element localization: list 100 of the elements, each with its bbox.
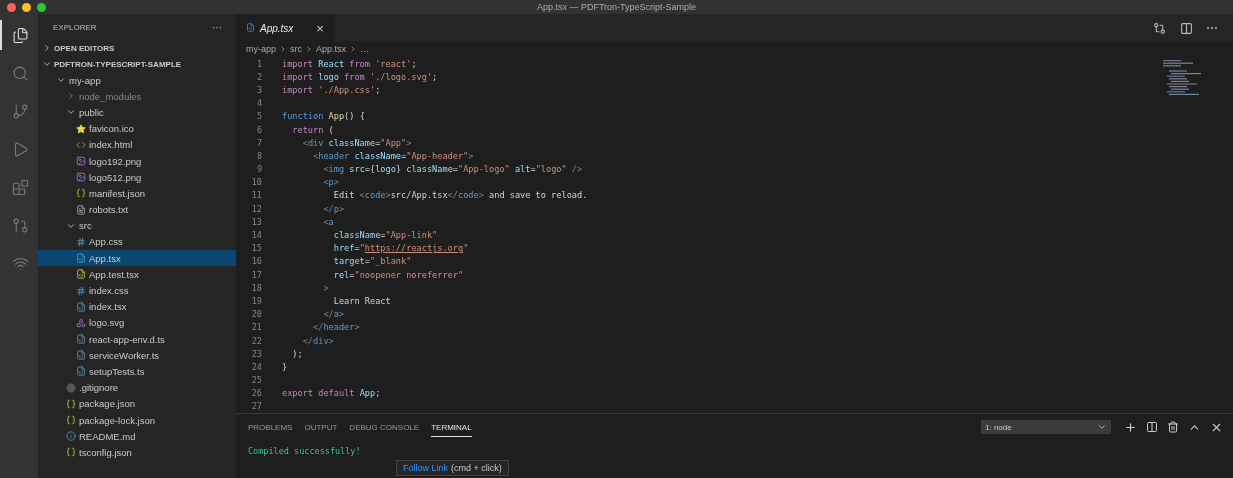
line-number: 18 [250, 282, 262, 293]
text-file-icon [76, 204, 86, 215]
file-item[interactable]: .gitignore [38, 379, 236, 396]
info-icon [66, 431, 76, 442]
close-tab-button[interactable]: × [316, 20, 324, 36]
line-number: 15 [250, 243, 262, 254]
code-icon [76, 139, 86, 150]
code-line: target="_blank" [332, 256, 412, 267]
file-item[interactable]: App.test.tsx [38, 266, 236, 283]
file-item[interactable]: logo192.png [38, 152, 236, 170]
maximize-window-button[interactable] [37, 2, 46, 12]
section-label: PDFTRON-TYPESCRIPT-SAMPLE [54, 59, 182, 69]
image-icon [76, 156, 86, 167]
tooltip-link[interactable]: Follow Link [403, 463, 449, 474]
folder-item[interactable]: my-app [38, 72, 236, 89]
code-line: className="App-link" [332, 230, 438, 241]
line-number: 27 [250, 401, 262, 412]
typescript-file-icon [76, 253, 86, 264]
line-number: 26 [250, 388, 262, 399]
file-item[interactable]: package-lock.json [38, 411, 236, 429]
braces-icon [66, 447, 76, 458]
terminal-line: Compiled successfully! [248, 446, 362, 457]
split-terminal-icon[interactable] [1146, 421, 1158, 434]
terminal-select[interactable]: 1: node [981, 420, 1111, 435]
typescript-icon [246, 23, 255, 33]
line-number: 17 [250, 269, 262, 280]
breadcrumb[interactable]: my-app [246, 44, 276, 54]
shapes-icon [76, 317, 86, 328]
file-item[interactable]: README.md [38, 428, 236, 445]
split-editor-icon[interactable] [1180, 21, 1193, 35]
panel-tab[interactable]: OUTPUT [304, 417, 338, 437]
file-item[interactable]: react-app-env.d.ts [38, 331, 236, 348]
line-number: 7 [255, 137, 262, 148]
chevron-right-icon [66, 91, 76, 102]
code-line: return ( [291, 124, 334, 135]
panel-tab[interactable]: TERMINAL [431, 417, 472, 437]
file-item[interactable]: package.json [38, 395, 236, 412]
typescript-file-icon [76, 350, 86, 361]
file-item[interactable]: logo512.png [38, 169, 236, 186]
window-title: App.tsx — PDFTron-TypeScript-Sample [536, 2, 697, 12]
line-number: 2 [255, 71, 262, 82]
line-number: 1 [255, 58, 262, 69]
breadcrumb[interactable]: App.tsx [316, 44, 347, 54]
hash-icon [76, 285, 86, 296]
panel-tab[interactable]: PROBLEMS [248, 417, 293, 437]
file-item[interactable]: App.css [38, 233, 236, 251]
chevron-down-icon [42, 59, 52, 69]
typescript-file-icon [76, 366, 86, 377]
chevron-right-icon [279, 45, 287, 53]
section-header[interactable]: OPEN EDITORS [38, 40, 236, 56]
hash-icon [76, 236, 86, 247]
file-item[interactable]: robots.txt [38, 201, 236, 218]
file-item[interactable]: tsconfig.json [38, 444, 236, 461]
folder-item[interactable]: public [38, 104, 236, 121]
code-line: rel="noopener noreferrer" [332, 269, 464, 280]
add-icon[interactable] [1124, 420, 1137, 434]
file-item[interactable]: App.tsx [38, 250, 236, 267]
code-line: <div className="App"> [301, 137, 412, 148]
line-number: 12 [250, 203, 262, 214]
typescript-file-icon [76, 301, 86, 312]
line-number: 19 [250, 295, 262, 306]
code-line: import './App.css'; [282, 84, 381, 95]
line-number: 24 [250, 361, 262, 372]
folder-item[interactable]: src [38, 217, 236, 234]
file-item[interactable]: manifest.json [38, 185, 236, 202]
section-header[interactable]: PDFTRON-TYPESCRIPT-SAMPLE [38, 56, 236, 72]
breadcrumb[interactable]: … [360, 44, 370, 54]
panel-tab[interactable]: DEBUG CONSOLE [349, 417, 420, 437]
line-number: 22 [250, 335, 262, 346]
line-number: 25 [250, 375, 262, 386]
code-line: </header> [312, 322, 360, 333]
file-item[interactable]: serviceWorker.ts [38, 347, 236, 364]
code-line: <img src={logo} className="App-logo" alt="logo" /> [322, 164, 583, 175]
tab-label: App.tsx [260, 22, 294, 34]
editor-tab[interactable]: App.tsx × [236, 14, 334, 42]
code-line: import logo from './logo.svg'; [282, 71, 438, 82]
file-item[interactable]: favicon.ico [38, 120, 236, 137]
compare-icon[interactable] [1153, 21, 1166, 35]
code-line: } [282, 361, 288, 372]
more-actions-button[interactable]: ··· [212, 21, 222, 33]
code-line: > [322, 282, 329, 293]
chevron-right-icon [42, 43, 52, 53]
section-label: OPEN EDITORS [54, 43, 115, 53]
file-item[interactable]: index.css [38, 282, 236, 299]
file-item[interactable]: logo.svg [38, 314, 236, 331]
code-line: import React from 'react'; [282, 58, 417, 69]
code-line: ); [291, 348, 303, 359]
line-number: 9 [255, 164, 262, 175]
file-item[interactable]: index.tsx [38, 298, 236, 315]
trash-icon[interactable] [1167, 421, 1179, 434]
braces-icon [66, 398, 76, 409]
breadcrumb[interactable]: src [290, 44, 302, 54]
close-window-button[interactable] [7, 2, 16, 12]
folder-item[interactable]: node_modules [38, 88, 236, 105]
code-line: </p> [322, 203, 345, 214]
code-line: </a> [322, 309, 345, 320]
file-item[interactable]: setupTests.ts [38, 363, 236, 380]
file-item[interactable]: index.html [38, 136, 236, 153]
braces-icon [76, 188, 86, 199]
minimize-window-button[interactable] [22, 2, 31, 12]
